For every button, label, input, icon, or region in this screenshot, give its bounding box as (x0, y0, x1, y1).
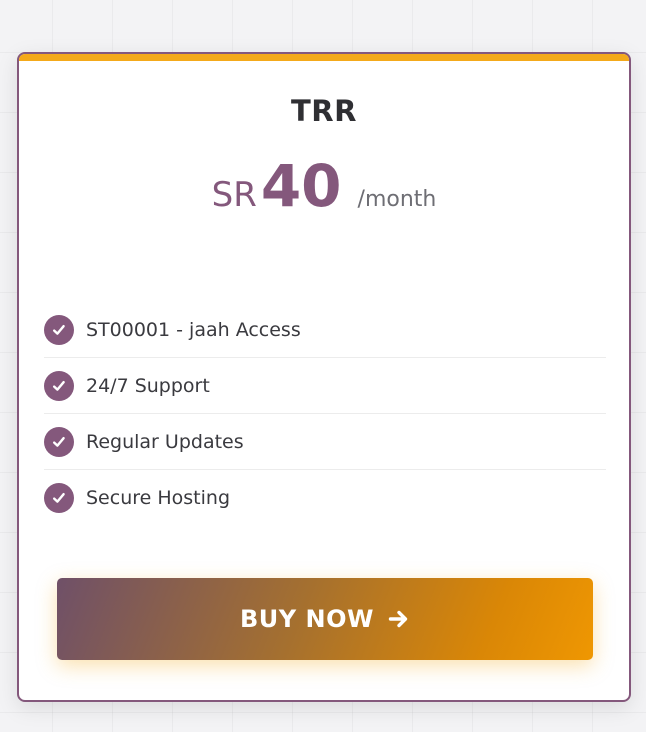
check-circle-icon (44, 370, 74, 401)
feature-item: Secure Hosting (44, 470, 606, 525)
price-currency: SR (211, 175, 257, 215)
feature-label: Secure Hosting (86, 486, 231, 509)
feature-list: ST00001 - jaah Access 24/7 Support Regul… (44, 302, 606, 525)
buy-now-label: BUY NOW (240, 605, 374, 633)
buy-now-button[interactable]: BUY NOW (57, 578, 593, 660)
feature-item: 24/7 Support (44, 358, 606, 414)
feature-label: 24/7 Support (86, 374, 210, 397)
feature-label: ST00001 - jaah Access (86, 318, 301, 341)
pricing-card: TRR SR40/month ST00001 - jaah Access 24/… (17, 52, 631, 702)
feature-item: ST00001 - jaah Access (44, 302, 606, 358)
plan-title: TRR (291, 94, 357, 128)
check-circle-icon (44, 314, 74, 345)
feature-item: Regular Updates (44, 414, 606, 470)
price-period: /month (357, 187, 437, 212)
card-accent-bar (19, 54, 629, 61)
check-circle-icon (44, 482, 74, 513)
price-display: SR40/month (19, 152, 629, 220)
check-circle-icon (44, 426, 74, 457)
price-amount: 40 (260, 152, 342, 220)
feature-label: Regular Updates (86, 430, 244, 453)
arrow-right-icon (388, 609, 410, 629)
